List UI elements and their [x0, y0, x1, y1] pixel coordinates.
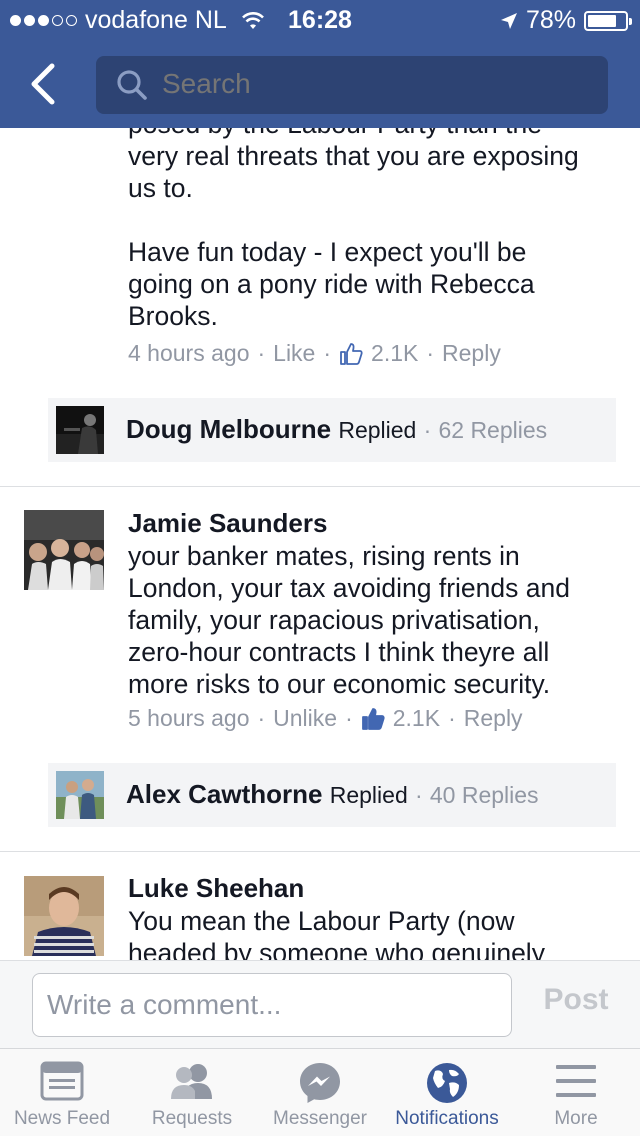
- news-feed-icon: [40, 1061, 84, 1101]
- thumbs-up-icon: [340, 342, 363, 365]
- search-input[interactable]: [162, 68, 582, 100]
- tab-requests[interactable]: Requests: [128, 1049, 256, 1137]
- location-arrow-icon: [500, 12, 517, 29]
- comment-body: You mean the Labour Party (now headed by…: [128, 905, 628, 960]
- status-bar: vodafone NL 16:28 78%: [0, 0, 640, 40]
- thumbs-up-icon: [361, 707, 385, 730]
- like-link[interactable]: Like: [273, 340, 315, 367]
- search-icon: [117, 70, 147, 100]
- reply-count: 40 Replies: [429, 782, 539, 808]
- replied-label: Replied: [338, 417, 417, 443]
- reply-summary[interactable]: Alex Cawthorne Replied · 40 Replies: [48, 763, 616, 827]
- reply-link[interactable]: Reply: [464, 705, 523, 732]
- comment-blank-line: [128, 204, 628, 236]
- back-button[interactable]: [24, 62, 68, 106]
- reply-summary-text: Doug Melbourne Replied · 62 Replies: [126, 414, 548, 444]
- replied-label: Replied: [329, 782, 408, 808]
- tab-label: Notifications: [395, 1108, 499, 1129]
- battery-percent: 78%: [525, 6, 576, 34]
- comment-line: very real threats that you are exposing: [128, 141, 579, 171]
- comment-input[interactable]: [32, 973, 512, 1037]
- comment-line: posed by the Labour Party than the: [128, 128, 628, 140]
- reply-link[interactable]: Reply: [442, 340, 501, 367]
- comment-line: your banker mates, rising rents in: [128, 541, 520, 571]
- comment-timestamp: 4 hours ago: [128, 340, 250, 366]
- comment-meta: 5 hours ago · Unlike · 2.1K · Reply: [128, 705, 523, 732]
- comments-list: posed by the Labour Party than the very …: [0, 128, 640, 960]
- bottom-tab-bar: News Feed Requests Messenger Notificatio…: [0, 1048, 640, 1136]
- status-right: 78%: [500, 6, 632, 35]
- comment-line: London, your tax avoiding friends and: [128, 573, 570, 603]
- like-count: 2.1K: [371, 340, 419, 366]
- comment-line: headed by someone who genuinely: [128, 938, 545, 960]
- avatar: [56, 406, 104, 454]
- comment-line: family, your rapacious privatisation,: [128, 605, 540, 635]
- comment-body: posed by the Labour Party than the very …: [128, 128, 628, 332]
- search-bar[interactable]: [96, 56, 608, 114]
- unlike-link[interactable]: Unlike: [273, 705, 337, 732]
- messenger-icon: [300, 1063, 340, 1103]
- hamburger-menu-icon: [556, 1065, 596, 1097]
- comment-author[interactable]: Jamie Saunders: [128, 508, 327, 539]
- comment-composer: Post: [0, 960, 640, 1048]
- tab-more[interactable]: More: [514, 1049, 638, 1137]
- comment-line: going on a pony ride with Rebecca: [128, 269, 535, 299]
- avatar[interactable]: [24, 510, 104, 590]
- comment-timestamp: 5 hours ago: [128, 705, 250, 731]
- tab-label: News Feed: [13, 1108, 111, 1129]
- comment-line: Brooks.: [128, 301, 218, 331]
- comment-meta: 4 hours ago · Like · 2.1K · Reply: [128, 340, 501, 367]
- globe-icon: [427, 1063, 467, 1103]
- comment-line: You mean the Labour Party (now: [128, 906, 515, 936]
- reply-author-name[interactable]: Alex Cawthorne: [126, 779, 323, 809]
- tab-messenger[interactable]: Messenger: [260, 1049, 380, 1137]
- reply-author-name[interactable]: Doug Melbourne: [126, 414, 331, 444]
- reply-count: 62 Replies: [438, 417, 548, 443]
- comment-line: Have fun today - I expect you'll be: [128, 237, 527, 267]
- tab-label: More: [554, 1108, 598, 1129]
- divider: [0, 486, 640, 487]
- tab-news-feed[interactable]: News Feed: [0, 1049, 124, 1137]
- like-count: 2.1K: [392, 705, 441, 731]
- comment-line: us to.: [128, 173, 193, 203]
- reply-summary[interactable]: Doug Melbourne Replied · 62 Replies: [48, 398, 616, 462]
- top-header: vodafone NL 16:28 78%: [0, 0, 640, 128]
- reply-summary-text: Alex Cawthorne Replied · 40 Replies: [126, 779, 539, 809]
- comment-author[interactable]: Luke Sheehan: [128, 873, 304, 904]
- post-button[interactable]: Post: [526, 983, 626, 1017]
- tab-notifications[interactable]: Notifications: [384, 1049, 510, 1137]
- tab-label: Messenger: [273, 1108, 367, 1129]
- avatar: [56, 771, 104, 819]
- tab-label: Requests: [151, 1108, 233, 1129]
- avatar[interactable]: [24, 876, 104, 956]
- comment-line: more risks to our economic security.: [128, 669, 551, 699]
- friend-requests-icon: [171, 1064, 212, 1099]
- divider: [0, 851, 640, 852]
- battery-icon: [584, 10, 632, 31]
- comment-body: your banker mates, rising rents in Londo…: [128, 540, 628, 700]
- comment-line: zero-hour contracts I think theyre all: [128, 637, 550, 667]
